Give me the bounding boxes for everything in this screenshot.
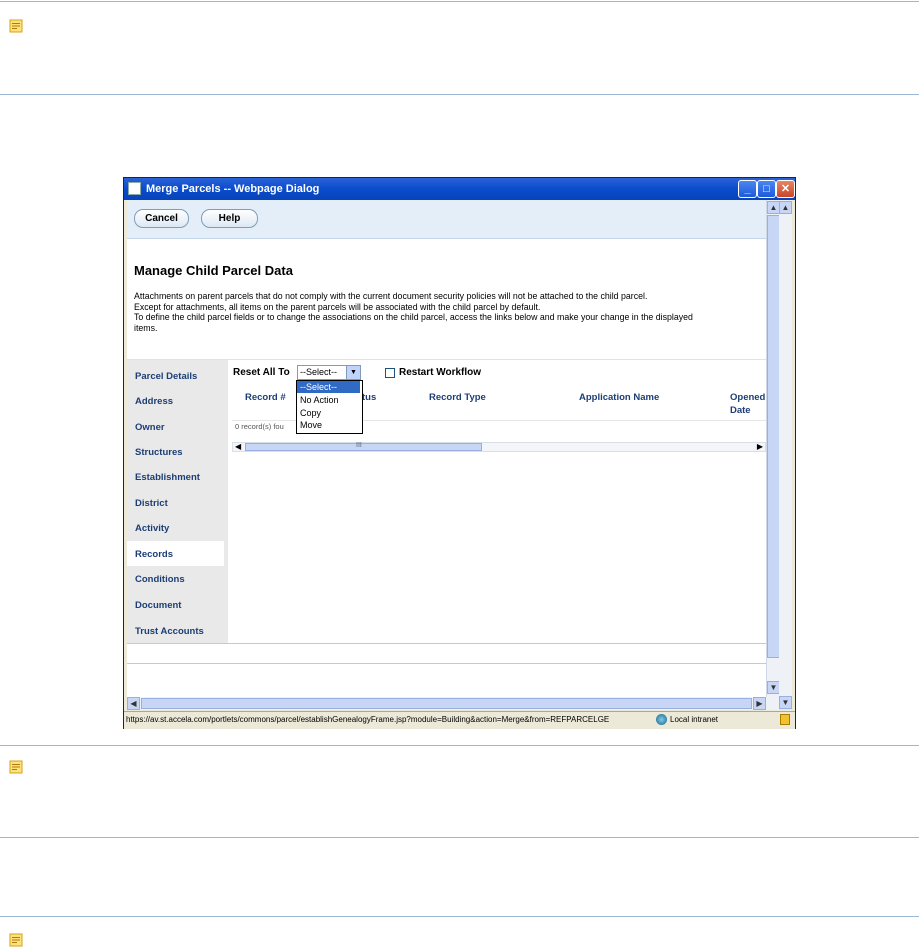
sidebar-item-trust-accounts[interactable]: Trust Accounts [135, 626, 204, 637]
merge-parcels-dialog: Merge Parcels -- Webpage Dialog _ □ ✕ Ca… [123, 177, 796, 729]
dialog-content: Cancel Help Manage Child Parcel Data Att… [127, 200, 766, 697]
sidebar-item-district[interactable]: District [135, 498, 168, 509]
column-opened-date[interactable]: Opened [730, 392, 765, 403]
minimize-button[interactable]: _ [738, 180, 757, 198]
sidebar: Parcel Details Address Owner Structures … [127, 360, 228, 643]
divider [0, 745, 919, 746]
note-icon [9, 933, 23, 947]
restart-workflow-checkbox[interactable] [385, 368, 395, 378]
table-horizontal-scrollbar[interactable]: ◀ III ▶ [232, 442, 766, 452]
title-bar[interactable]: Merge Parcels -- Webpage Dialog _ □ ✕ [124, 178, 795, 200]
ie-page-icon [128, 182, 141, 195]
sidebar-item-activity[interactable]: Activity [135, 523, 169, 534]
help-button[interactable]: Help [201, 209, 258, 228]
option-no-action[interactable]: No Action [297, 394, 360, 406]
description-line: Attachments on parent parcels that do no… [134, 291, 648, 301]
reset-all-select[interactable]: --Select-- ▼ [297, 365, 361, 380]
divider [0, 94, 919, 95]
description: Attachments on parent parcels that do no… [134, 291, 766, 333]
page-title: Manage Child Parcel Data [134, 263, 293, 278]
reset-all-label: Reset All To [233, 367, 290, 378]
sidebar-item-owner[interactable]: Owner [135, 422, 165, 433]
chevron-left-icon[interactable]: ◀ [127, 697, 140, 710]
records-count: 0 record(s) fou [235, 422, 284, 431]
column-status[interactable]: tus [362, 392, 376, 403]
divider [127, 663, 766, 664]
toolbar: Cancel Help [127, 200, 766, 239]
chevron-right-icon[interactable]: ▶ [753, 697, 766, 710]
scroll-thumb[interactable]: III [245, 442, 482, 451]
divider [0, 837, 919, 838]
column-application-name[interactable]: Application Name [579, 392, 659, 403]
restart-workflow-label: Restart Workflow [399, 367, 482, 378]
sidebar-item-parcel-details[interactable]: Parcel Details [135, 371, 197, 382]
option-copy[interactable]: Copy [297, 407, 360, 419]
dialog-title: Merge Parcels -- Webpage Dialog [146, 183, 320, 195]
option-select[interactable]: --Select-- [297, 381, 360, 393]
close-button[interactable]: ✕ [776, 180, 795, 198]
description-line: items. [134, 322, 158, 333]
window-vertical-scrollbar[interactable]: ▲ ▼ [779, 200, 792, 709]
description-line: Except for attachments, all items on the… [134, 301, 541, 312]
sidebar-item-document[interactable]: Document [135, 600, 181, 611]
chevron-right-icon[interactable]: ▶ [757, 442, 763, 451]
sidebar-item-address[interactable]: Address [135, 396, 173, 407]
column-opened-date-line2: Date [730, 405, 751, 416]
globe-icon [656, 714, 667, 725]
sidebar-item-establishment[interactable]: Establishment [135, 472, 200, 483]
grip-icon: III [356, 442, 362, 449]
column-record-number[interactable]: Record # [245, 392, 286, 403]
divider [0, 916, 919, 917]
scroll-thumb[interactable] [141, 698, 752, 709]
status-bar: https://av.st.accela.com/portlets/common… [124, 711, 795, 729]
window-horizontal-scrollbar[interactable]: ◀ ▶ [127, 697, 779, 710]
note-icon [9, 760, 23, 774]
chevron-down-icon[interactable]: ▼ [346, 366, 360, 379]
cancel-button[interactable]: Cancel [134, 209, 189, 228]
option-move[interactable]: Move [297, 419, 360, 431]
sidebar-item-structures[interactable]: Structures [135, 447, 183, 458]
maximize-button[interactable]: □ [757, 180, 776, 198]
sidebar-item-records[interactable]: Records [135, 549, 173, 560]
lock-icon [780, 714, 790, 725]
column-record-type[interactable]: Record Type [429, 392, 486, 403]
security-zone: Local intranet [670, 715, 719, 724]
select-value: --Select-- [300, 367, 338, 377]
chevron-up-icon[interactable]: ▲ [779, 201, 792, 214]
sidebar-item-conditions[interactable]: Conditions [135, 574, 185, 585]
status-url: https://av.st.accela.com/portlets/common… [126, 715, 610, 724]
divider [0, 1, 919, 2]
divider [127, 643, 766, 644]
chevron-down-icon[interactable]: ▼ [779, 696, 792, 709]
chevron-left-icon[interactable]: ◀ [235, 442, 241, 451]
description-line: To define the child parcel fields or to … [134, 312, 693, 322]
reset-all-dropdown-list: --Select-- No Action Copy Move [296, 380, 363, 434]
note-icon [9, 19, 23, 33]
vertical-scrollbar[interactable]: ▲ ▼ [766, 200, 780, 697]
